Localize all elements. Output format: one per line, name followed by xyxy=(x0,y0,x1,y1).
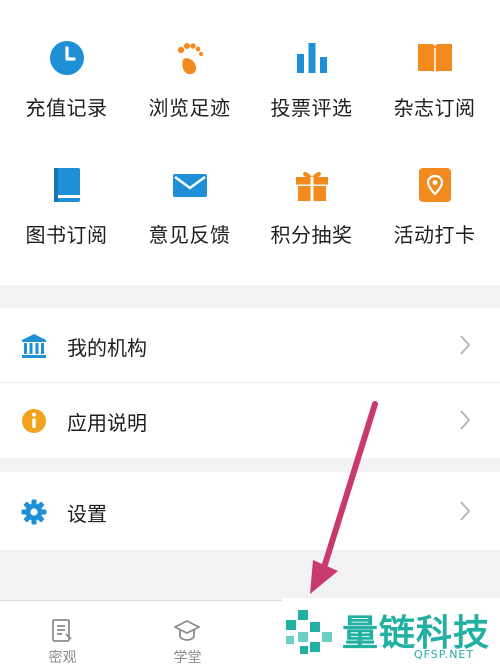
browse-history-label: 浏览足迹 xyxy=(148,96,231,120)
feedback-label: 意见反馈 xyxy=(148,223,231,247)
grid-row-2: 图书订阅 意见反馈 积分抽奖 活动打卡 xyxy=(0,145,500,265)
feedback-item[interactable]: 意见反馈 xyxy=(127,145,252,255)
magazine-subscription-item[interactable]: 杂志订阅 xyxy=(372,18,497,128)
tab-xuetang-label: 学堂 xyxy=(173,650,202,666)
voting-item[interactable]: 投票评选 xyxy=(249,18,374,128)
my-institution-label: 我的机构 xyxy=(67,336,147,360)
event-checkin-label: 活动打卡 xyxy=(393,223,476,247)
footprint-icon xyxy=(170,38,210,78)
browse-history-item[interactable]: 浏览足迹 xyxy=(127,18,252,128)
settings-label: 设置 xyxy=(67,502,107,526)
info-icon xyxy=(20,407,48,435)
event-checkin-item[interactable]: 活动打卡 xyxy=(372,145,497,255)
location-pin-icon xyxy=(415,165,455,205)
menu-list: 我的机构 应用说明 xyxy=(0,308,500,458)
watermark: 量链科技 QFSP.NET xyxy=(282,598,500,664)
book-subscription-label: 图书订阅 xyxy=(25,223,108,247)
clock-icon xyxy=(47,38,87,78)
document-icon xyxy=(48,617,76,645)
recharge-records-label: 充值记录 xyxy=(25,96,108,120)
gear-icon xyxy=(20,498,48,526)
app-guide-label: 应用说明 xyxy=(67,411,147,435)
book-icon xyxy=(47,165,87,205)
voting-label: 投票评选 xyxy=(270,96,353,120)
chevron-right-icon xyxy=(456,499,474,523)
chevron-right-icon xyxy=(456,333,474,357)
book-open-icon xyxy=(415,38,455,78)
tab-miguan[interactable]: 密观 xyxy=(0,601,125,667)
watermark-logo xyxy=(282,606,338,658)
my-institution-row[interactable]: 我的机构 xyxy=(0,308,500,383)
bar-chart-icon xyxy=(292,38,332,78)
app-guide-row[interactable]: 应用说明 xyxy=(0,383,500,457)
watermark-site: QFSP.NET xyxy=(414,648,475,661)
book-subscription-item[interactable]: 图书订阅 xyxy=(4,145,129,255)
recharge-records-item[interactable]: 充值记录 xyxy=(4,18,129,128)
settings-row[interactable]: 设置 xyxy=(0,474,500,548)
points-lottery-label: 积分抽奖 xyxy=(270,223,353,247)
gift-icon xyxy=(292,165,332,205)
chevron-right-icon xyxy=(456,408,474,432)
settings-section: 设置 xyxy=(0,472,500,550)
mail-icon xyxy=(170,165,210,205)
magazine-subscription-label: 杂志订阅 xyxy=(393,96,476,120)
graduation-cap-icon xyxy=(173,617,201,645)
feature-grid: 充值记录 浏览足迹 投票评选 杂志订阅 图书订阅 意见反馈 积分抽奖 活动打卡 xyxy=(0,0,500,285)
grid-row-1: 充值记录 浏览足迹 投票评选 杂志订阅 xyxy=(0,18,500,138)
tab-xuetang[interactable]: 学堂 xyxy=(125,601,250,667)
points-lottery-item[interactable]: 积分抽奖 xyxy=(249,145,374,255)
bank-icon xyxy=(20,332,48,360)
tab-miguan-label: 密观 xyxy=(48,650,77,666)
